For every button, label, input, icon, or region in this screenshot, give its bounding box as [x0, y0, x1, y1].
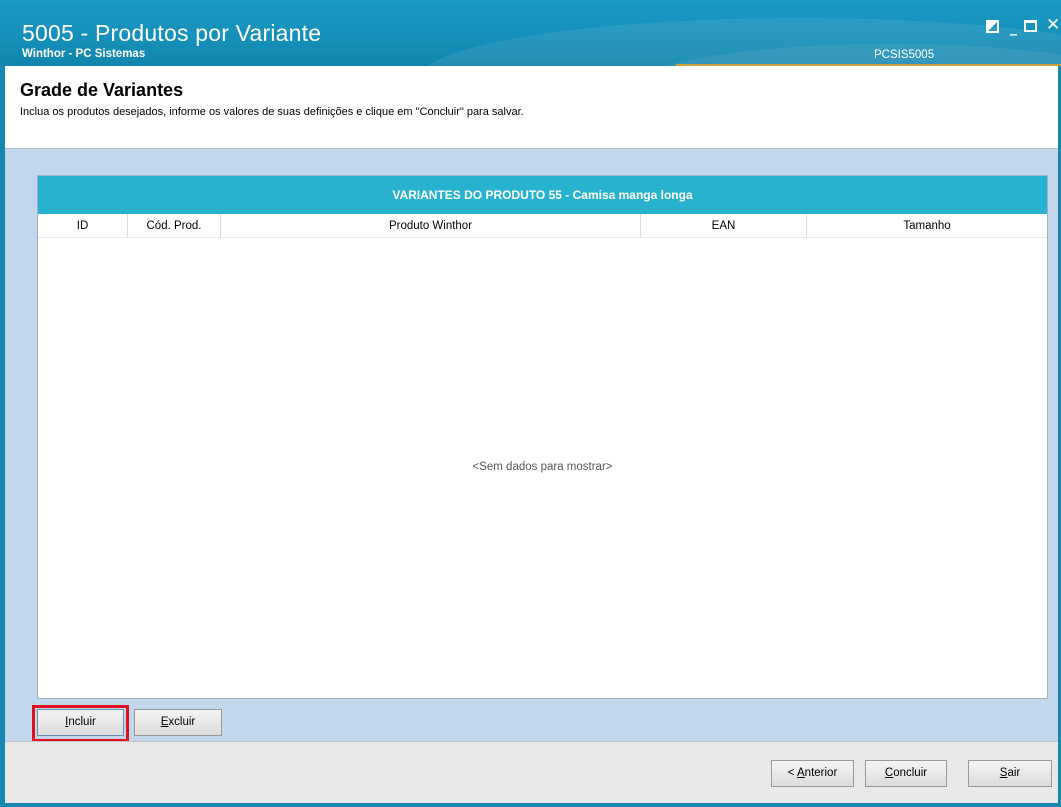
anterior-label: nterior — [804, 767, 838, 779]
title-bar: 5005 - Produtos por Variante Winthor - P… — [0, 0, 1061, 66]
variants-grid[interactable]: VARIANTES DO PRODUTO 55 - Camisa manga l… — [37, 175, 1048, 699]
concluir-accel: C — [884, 767, 894, 779]
incluir-button[interactable]: Incluir — [37, 709, 124, 736]
excluir-label: xcluir — [168, 716, 196, 728]
grid-header-row: ID Cód. Prod. Produto Winthor EAN Tamanh… — [38, 214, 1047, 238]
column-header-tamanho[interactable]: Tamanho — [807, 214, 1047, 238]
window-subtitle: Winthor - PC Sistemas — [22, 48, 146, 60]
page-title: Grade de Variantes — [20, 80, 184, 100]
restore-icon[interactable] — [986, 20, 999, 33]
anterior-prefix: < — [787, 767, 797, 779]
routine-code: PCSIS5005 — [874, 49, 935, 61]
window-border-bottom — [0, 803, 1061, 807]
excluir-button[interactable]: Excluir — [134, 709, 222, 736]
incluir-label: ncluir — [68, 716, 96, 728]
minimize-icon[interactable]: _ — [1010, 20, 1017, 36]
sair-button[interactable]: Sair — [968, 760, 1052, 787]
column-header-id[interactable]: ID — [38, 214, 128, 238]
page-description: Inclua os produtos desejados, informe os… — [20, 106, 524, 118]
concluir-label: oncluir — [893, 767, 928, 779]
empty-grid-message: <Sem dados para mostrar> — [472, 461, 613, 473]
anterior-accel: A — [797, 767, 805, 779]
grid-banner: VARIANTES DO PRODUTO 55 - Camisa manga l… — [38, 176, 1047, 214]
close-icon[interactable]: ✕ — [1046, 17, 1060, 34]
column-header-ean[interactable]: EAN — [641, 214, 807, 238]
window-title: 5005 - Produtos por Variante — [22, 20, 322, 46]
sair-label: air — [1007, 767, 1021, 779]
maximize-icon[interactable] — [1024, 20, 1037, 32]
column-header-cod-prod[interactable]: Cód. Prod. — [128, 214, 221, 238]
column-header-produto-winthor[interactable]: Produto Winthor — [221, 214, 641, 238]
anterior-button[interactable]: < Anterior — [771, 760, 854, 787]
concluir-button[interactable]: Concluir — [865, 760, 947, 787]
